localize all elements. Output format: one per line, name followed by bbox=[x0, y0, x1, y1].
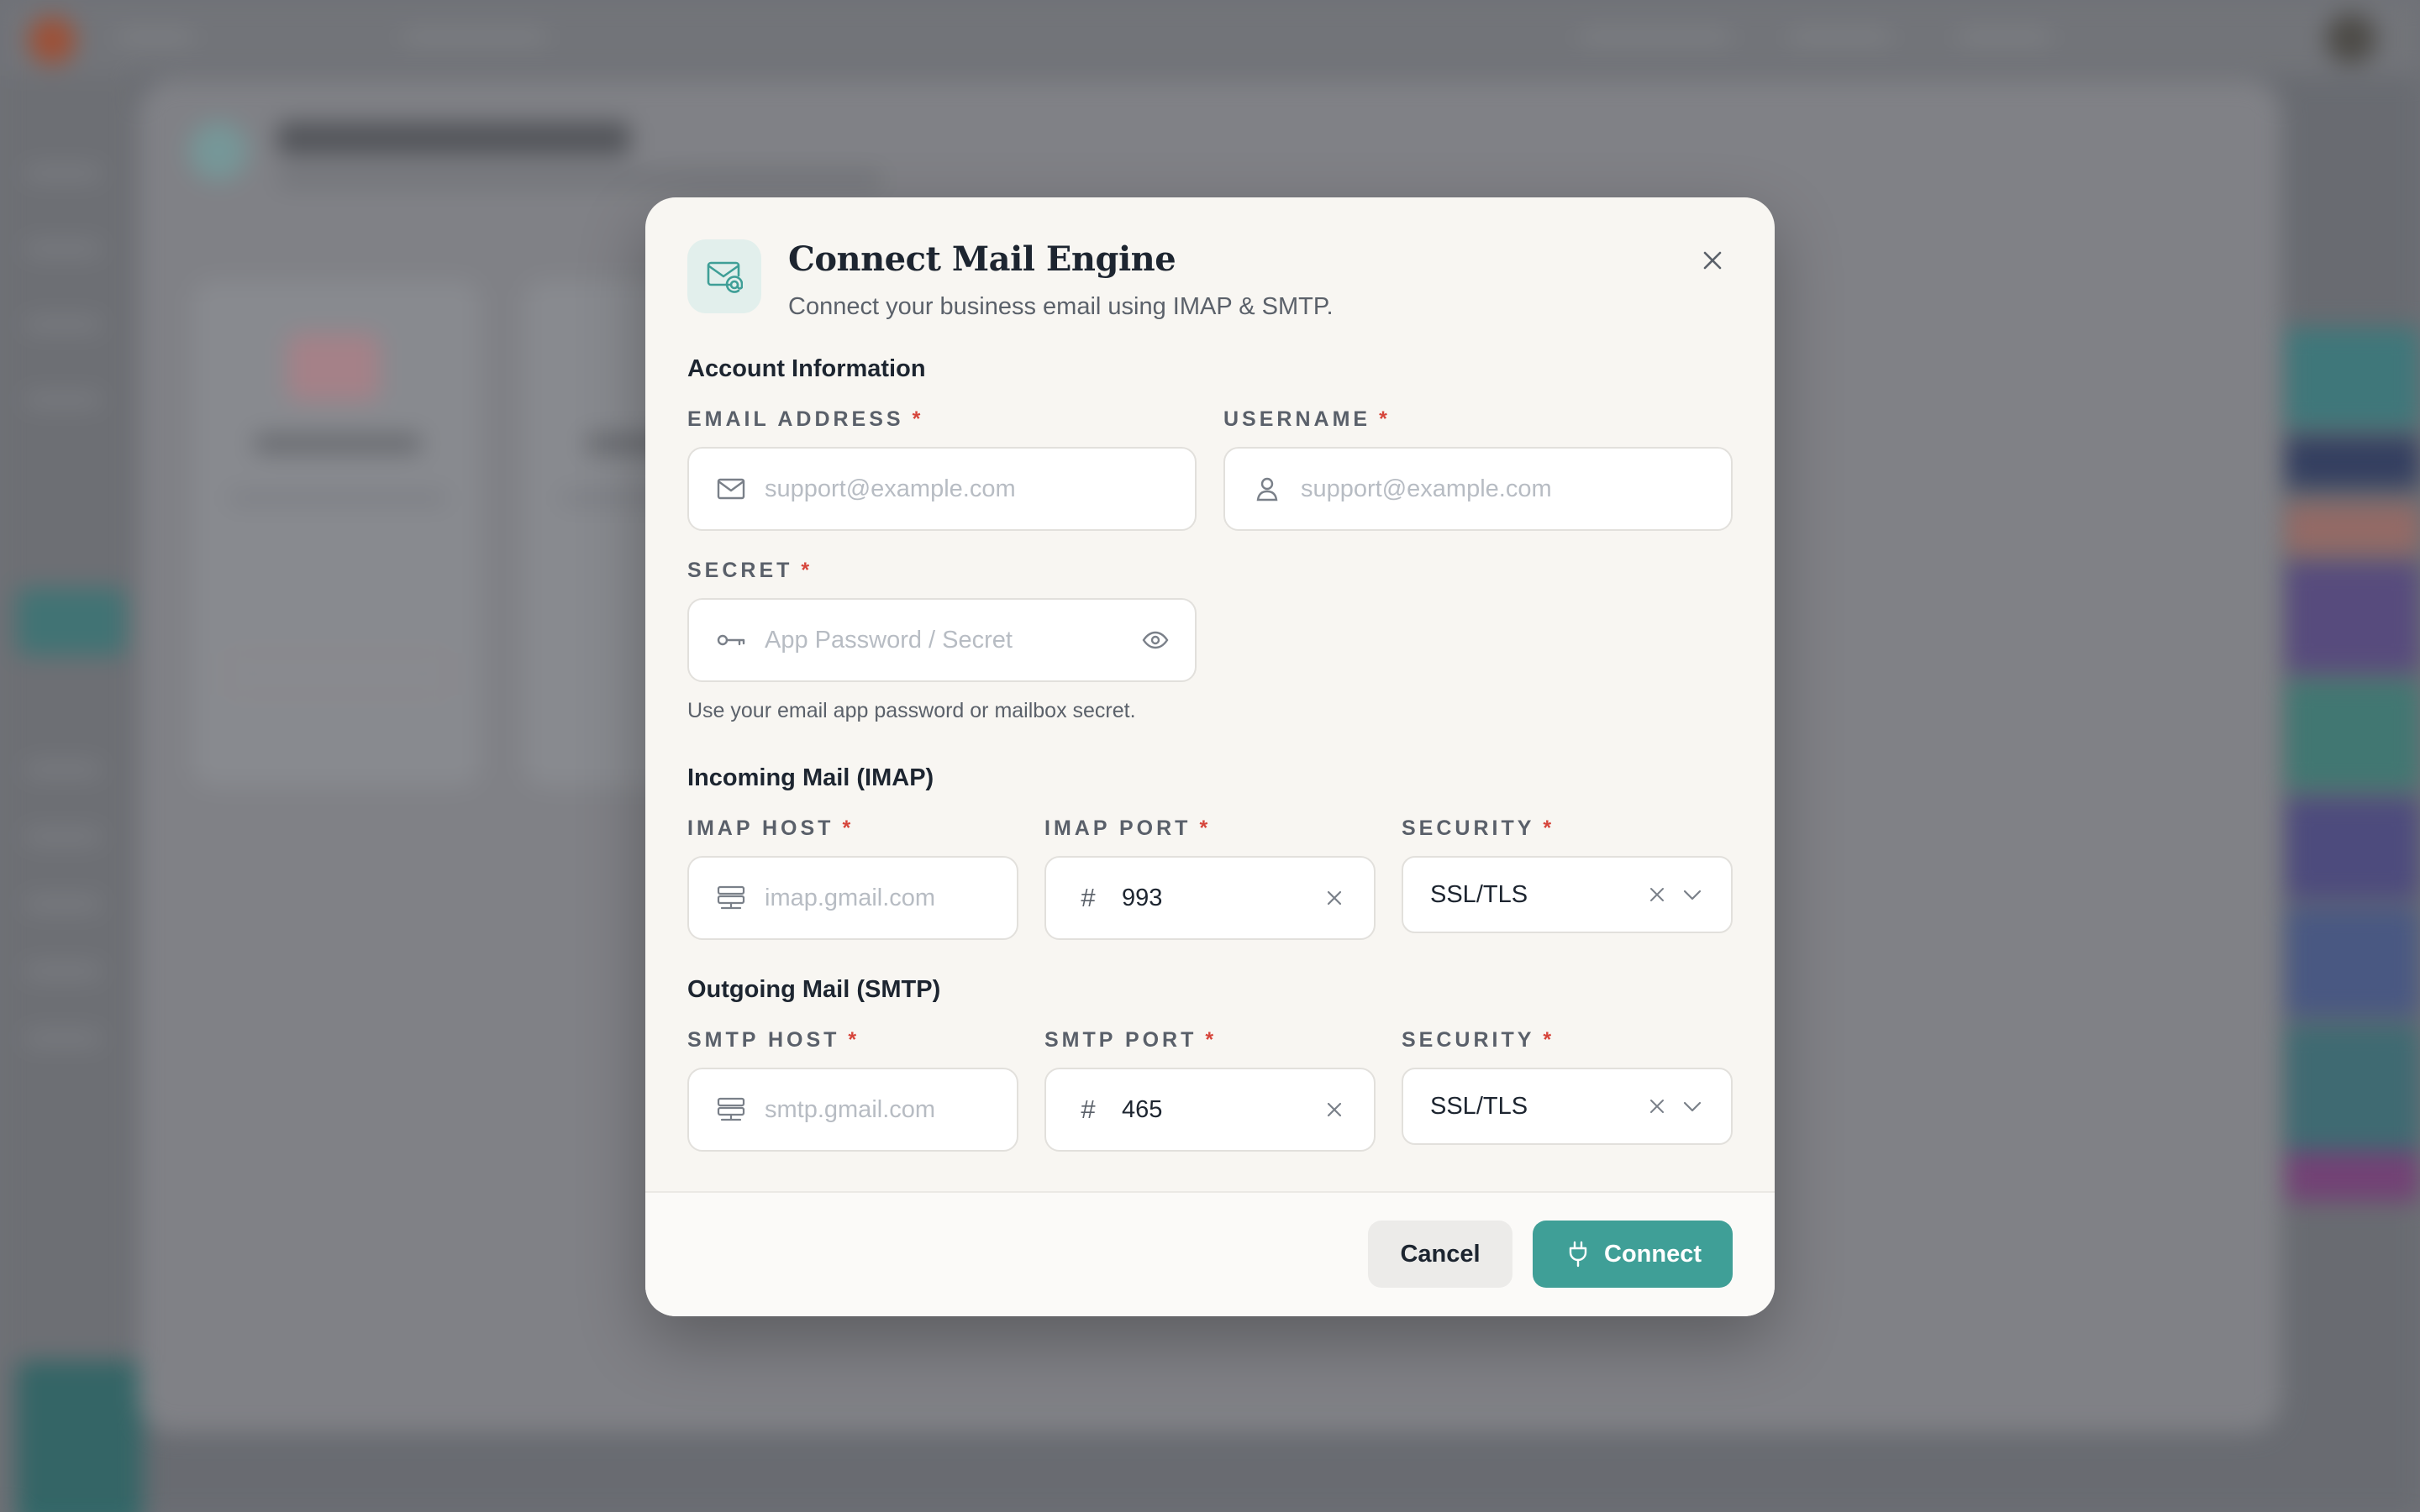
smtp-security-label: SECURITY * bbox=[1402, 1028, 1551, 1053]
smtp-security-select[interactable]: SSL/TLS bbox=[1402, 1068, 1733, 1145]
imap-host-label: IMAP HOST * bbox=[687, 816, 850, 841]
connect-mail-modal: Connect Mail Engine Connect your busines… bbox=[645, 197, 1775, 1316]
username-field[interactable]: support@example.com bbox=[1223, 447, 1733, 531]
server-icon bbox=[714, 881, 748, 915]
required-mark: * bbox=[1543, 816, 1552, 840]
email-label-text: EMAIL ADDRESS bbox=[687, 407, 904, 431]
plug-icon bbox=[1564, 1240, 1592, 1268]
chevron-down-icon bbox=[1674, 1089, 1711, 1123]
email-placeholder: support@example.com bbox=[765, 475, 1016, 502]
required-mark: * bbox=[842, 816, 851, 840]
smtp-host-placeholder: smtp.gmail.com bbox=[765, 1095, 936, 1123]
imap-host-field[interactable]: imap.gmail.com bbox=[687, 856, 1018, 940]
clear-icon[interactable] bbox=[1640, 878, 1674, 911]
secret-label: SECRET * bbox=[687, 559, 809, 583]
required-mark: * bbox=[912, 407, 921, 431]
imap-security-label-text: SECURITY bbox=[1402, 816, 1535, 840]
section-title-imap: Incoming Mail (IMAP) bbox=[687, 764, 934, 791]
smtp-port-field[interactable]: # 465 bbox=[1044, 1068, 1376, 1152]
key-icon bbox=[714, 623, 748, 657]
smtp-host-label-text: SMTP HOST bbox=[687, 1028, 840, 1052]
clear-icon[interactable] bbox=[1640, 1089, 1674, 1123]
section-title-account: Account Information bbox=[687, 355, 926, 382]
close-icon bbox=[1703, 251, 1722, 270]
smtp-port-label-text: SMTP PORT bbox=[1044, 1028, 1197, 1052]
clear-icon[interactable] bbox=[1313, 877, 1355, 919]
modal-title: Connect Mail Engine bbox=[788, 239, 1176, 279]
required-mark: * bbox=[801, 559, 810, 582]
smtp-security-label-text: SECURITY bbox=[1402, 1028, 1535, 1052]
smtp-security-value: SSL/TLS bbox=[1430, 1092, 1528, 1120]
secret-helper-text: Use your email app password or mailbox s… bbox=[687, 699, 1136, 722]
required-mark: * bbox=[1199, 816, 1208, 840]
secret-label-text: SECRET bbox=[687, 559, 793, 582]
required-mark: * bbox=[1205, 1028, 1214, 1052]
connect-button-label: Connect bbox=[1604, 1240, 1702, 1268]
eye-icon[interactable] bbox=[1134, 619, 1176, 661]
mail-icon bbox=[714, 472, 748, 506]
secret-field[interactable]: App Password / Secret bbox=[687, 598, 1197, 682]
modal-subtitle: Connect your business email using IMAP &… bbox=[788, 293, 1334, 320]
connect-button[interactable]: Connect bbox=[1533, 1221, 1733, 1288]
modal-footer: Cancel Connect bbox=[645, 1191, 1775, 1316]
imap-host-label-text: IMAP HOST bbox=[687, 816, 834, 840]
close-button[interactable] bbox=[1691, 239, 1733, 281]
required-mark: * bbox=[848, 1028, 857, 1052]
cancel-button[interactable]: Cancel bbox=[1368, 1221, 1512, 1288]
chevron-down-icon bbox=[1674, 878, 1711, 911]
clear-icon[interactable] bbox=[1313, 1089, 1355, 1131]
imap-port-label-text: IMAP PORT bbox=[1044, 816, 1192, 840]
imap-port-value: 993 bbox=[1122, 884, 1163, 911]
smtp-port-value: 465 bbox=[1122, 1095, 1163, 1123]
imap-host-placeholder: imap.gmail.com bbox=[765, 884, 936, 911]
server-icon bbox=[714, 1093, 748, 1126]
imap-port-label: IMAP PORT * bbox=[1044, 816, 1207, 841]
hash-icon: # bbox=[1081, 1095, 1096, 1124]
smtp-host-field[interactable]: smtp.gmail.com bbox=[687, 1068, 1018, 1152]
mail-at-icon bbox=[687, 239, 761, 313]
smtp-host-label: SMTP HOST * bbox=[687, 1028, 856, 1053]
imap-security-label: SECURITY * bbox=[1402, 816, 1551, 841]
required-mark: * bbox=[1379, 407, 1387, 431]
smtp-port-label: SMTP PORT * bbox=[1044, 1028, 1213, 1053]
username-label: USERNAME * bbox=[1223, 407, 1387, 432]
required-mark: * bbox=[1543, 1028, 1552, 1052]
username-placeholder: support@example.com bbox=[1301, 475, 1552, 502]
imap-security-select[interactable]: SSL/TLS bbox=[1402, 856, 1733, 933]
imap-port-field[interactable]: # 993 bbox=[1044, 856, 1376, 940]
email-field[interactable]: support@example.com bbox=[687, 447, 1197, 531]
username-label-text: USERNAME bbox=[1223, 407, 1371, 431]
hash-icon: # bbox=[1081, 883, 1096, 912]
imap-security-value: SSL/TLS bbox=[1430, 880, 1528, 908]
section-title-smtp: Outgoing Mail (SMTP) bbox=[687, 976, 941, 1003]
email-label: EMAIL ADDRESS * bbox=[687, 407, 920, 432]
user-icon bbox=[1250, 472, 1284, 506]
secret-placeholder: App Password / Secret bbox=[765, 626, 1013, 654]
